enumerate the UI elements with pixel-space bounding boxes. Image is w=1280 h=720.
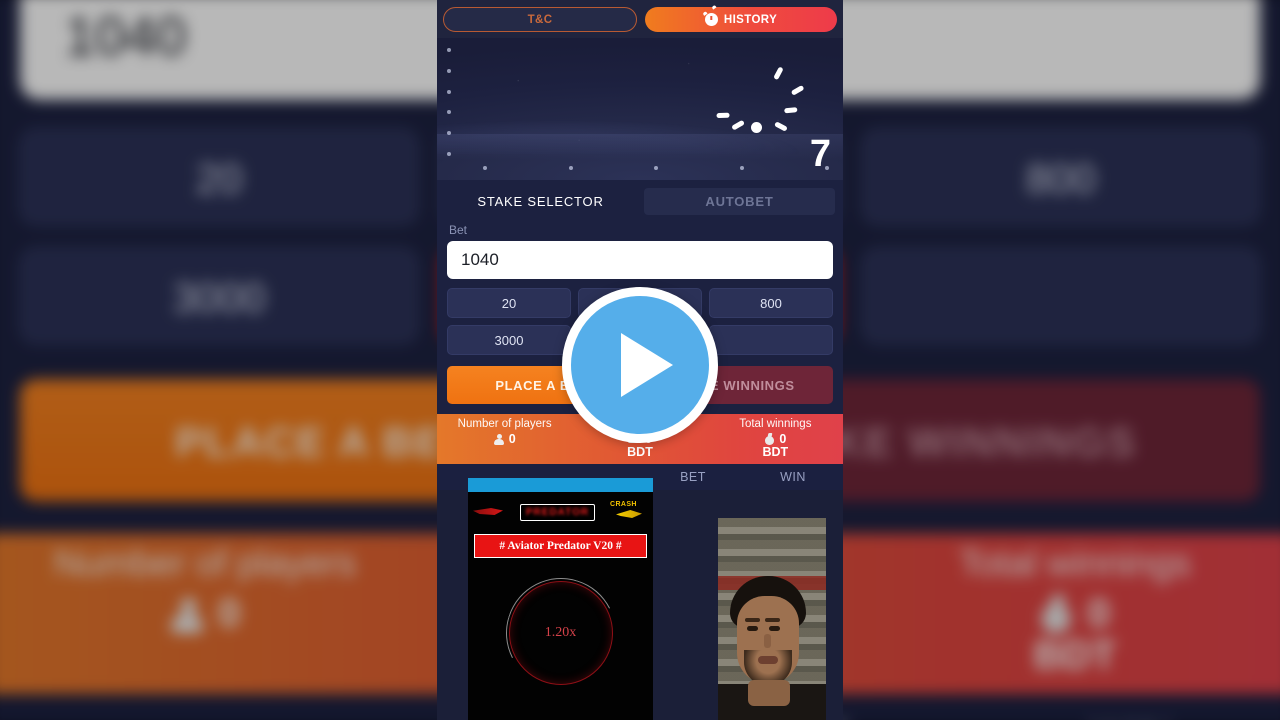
stat-value: 0 [779,432,787,446]
tab-history[interactable]: HISTORY [645,7,837,32]
bet-field-label: Bet [449,223,468,237]
crash-label: CRASH [609,501,637,508]
quick-amount-20[interactable]: 20 [447,288,571,318]
predator-gauge: 1.20x [468,558,653,708]
tab-terms-and-conditions[interactable]: T&C [443,7,637,32]
stat-total-winnings: Total winnings 0 BDT [708,414,843,464]
bet-amount-value: 1040 [461,250,499,269]
stake-mode-switch: STAKE SELECTOR AUTOBET [437,180,843,221]
x-axis-ticks [483,166,829,172]
predator-brand-label: PREDATOR [525,506,590,518]
screen-root: T&C HISTORY STAKE SELECTOR AUTOBET Bet 1… [0,0,1280,720]
stat-title: Number of players [457,418,552,430]
bg-chip: 800 [861,128,1261,226]
predator-title: # Aviator Predator V20 # [474,534,647,558]
predator-brand-box: PREDATOR [519,503,596,521]
quick-amount-800[interactable]: 800 [709,288,833,318]
stat-title: Total winnings [739,418,812,430]
stat-currency: BDT [627,445,653,459]
plane-logo-icon [473,502,507,522]
bet-amount-input[interactable]: 1040 [447,241,833,279]
autobet-tab[interactable]: AUTOBET [644,188,835,215]
predator-header: PREDATOR CRASH [468,492,653,532]
crash-logo-icon: CRASH [608,500,648,524]
bg-chip: 3000 [19,247,419,344]
play-triangle [621,333,673,397]
bg-chip: 20 [19,128,419,226]
stat-number-of-players: Number of players 0 [437,414,572,464]
quick-amount-6[interactable] [709,325,833,355]
game-canvas: 7 [437,38,843,180]
tab-history-label: HISTORY [723,13,778,26]
screenshare-title-bar [468,478,653,492]
webcam-overlay [718,518,826,720]
table-col-win: WIN [780,470,806,484]
quick-amount-3000[interactable]: 3000 [447,325,571,355]
alarm-clock-icon [704,13,718,26]
play-icon[interactable] [562,287,718,443]
tab-tc-label: T&C [527,13,553,26]
predator-multiplier: 1.20x [544,625,577,640]
spinner-dashes-icon [705,62,809,166]
stat-currency: BDT [762,445,789,459]
y-axis-ticks [447,48,453,156]
tab-bar: T&C HISTORY [437,0,843,38]
countdown-number: 7 [809,133,831,175]
money-bag-icon [764,433,775,445]
person-icon [494,433,505,445]
predator-app-overlay: PREDATOR CRASH # Aviator Predator V20 # … [468,492,653,720]
stake-selector-tab[interactable]: STAKE SELECTOR [445,188,636,215]
stat-value: 0 [508,432,516,446]
table-col-bet: BET [680,470,706,484]
bg-chip [861,247,1261,344]
